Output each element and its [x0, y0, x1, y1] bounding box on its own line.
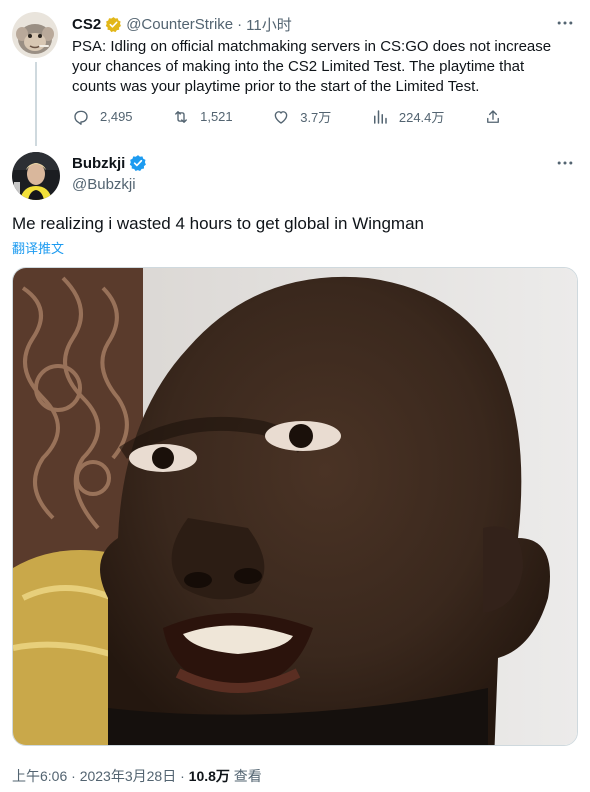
- retweet-icon: [175, 110, 188, 123]
- view-count: 10.8万: [188, 768, 230, 784]
- tweet-time[interactable]: 11小时: [246, 14, 292, 35]
- separator-dot: ·: [180, 768, 185, 784]
- retweet-button[interactable]: 1,521: [172, 108, 233, 126]
- reply-button[interactable]: 2,495: [72, 108, 133, 126]
- like-button[interactable]: 3.7万: [272, 107, 331, 126]
- meme-photo-icon: [13, 268, 577, 745]
- verified-icon: [130, 155, 147, 172]
- tweet-text: PSA: Idling on official matchmaking serv…: [72, 38, 552, 95]
- more-icon[interactable]: [554, 152, 576, 174]
- view-count: 224.4万: [398, 110, 445, 125]
- like-count: 3.7万: [300, 110, 332, 125]
- share-button[interactable]: [484, 108, 502, 126]
- author-handle[interactable]: @Bubzkji: [72, 176, 136, 193]
- author-handle[interactable]: @CounterStrike: [126, 16, 233, 33]
- avatar[interactable]: [12, 12, 58, 58]
- author-name[interactable]: CS2: [72, 16, 101, 33]
- author-name[interactable]: Bubzkji: [72, 155, 125, 172]
- thread-line: [35, 62, 37, 146]
- parent-tweet-header: CS2 @CounterStrike · 11小时: [72, 14, 292, 35]
- share-icon: [487, 109, 499, 123]
- parent-tweet[interactable]: CS2 @CounterStrike · 11小时 PSA: Idling on…: [0, 0, 590, 146]
- reply-count: 2,495: [100, 109, 133, 124]
- tweet-photo[interactable]: [12, 267, 578, 746]
- translate-link[interactable]: 翻译推文: [12, 238, 64, 257]
- monkey-avatar-icon: [12, 12, 58, 58]
- views-button[interactable]: 224.4万: [371, 107, 445, 126]
- tweet-timestamp[interactable]: 上午6:06 · 2023年3月28日: [12, 768, 176, 784]
- more-icon[interactable]: [554, 12, 576, 34]
- like-icon: [274, 110, 288, 124]
- action-bar: 2,495 1,521 3.7万 224.4万: [72, 107, 502, 126]
- tweet-meta: 上午6:06 · 2023年3月28日 · 10.8万 查看: [12, 766, 262, 786]
- verified-icon: [105, 17, 122, 33]
- separator-dot: ·: [237, 16, 243, 33]
- tweet-text: Me realizing i wasted 4 hours to get glo…: [12, 214, 424, 233]
- avatar[interactable]: [12, 152, 60, 200]
- main-tweet-header: Bubzkji: [72, 154, 147, 172]
- reply-icon: [74, 110, 88, 125]
- profile-avatar-icon: [12, 152, 60, 200]
- view-label: 查看: [233, 768, 262, 784]
- retweet-count: 1,521: [200, 109, 233, 124]
- views-icon: [373, 109, 387, 124]
